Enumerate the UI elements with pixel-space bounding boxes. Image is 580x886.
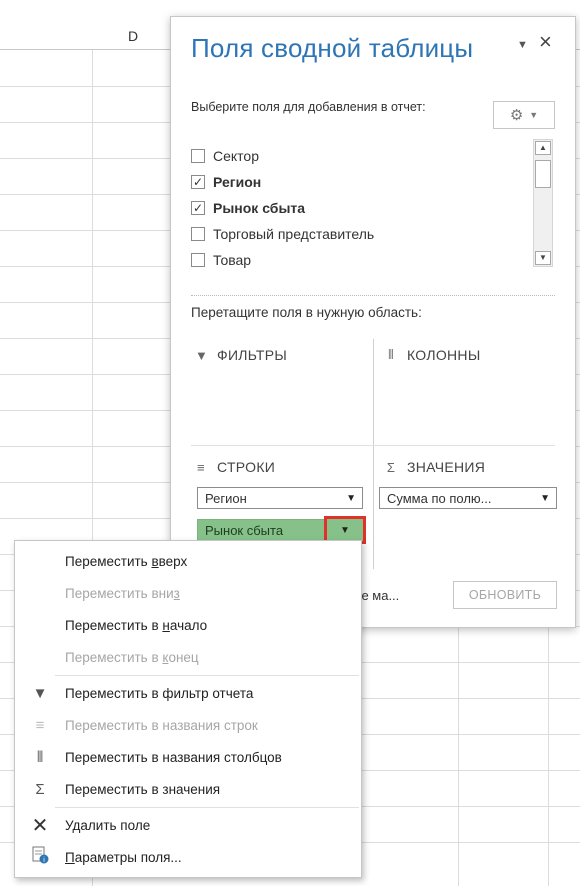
field-label: Сектор	[213, 148, 260, 164]
checkbox-checked[interactable]: ✓	[191, 201, 205, 215]
field-chip-label: Рынок сбыта	[205, 522, 284, 538]
columns-icon: ⦀	[387, 347, 395, 362]
close-icon[interactable]: ×	[539, 31, 552, 53]
checkbox[interactable]	[191, 253, 205, 267]
area-columns[interactable]: ⦀ КОЛОННЫ	[385, 347, 481, 363]
rows-field-region[interactable]: Регион ▼	[197, 487, 363, 509]
menu-label: Удалить поле	[65, 817, 151, 833]
field-item-product[interactable]: Товар	[191, 249, 251, 271]
menu-move-up[interactable]: Переместить вверх	[15, 545, 361, 577]
divider	[191, 295, 555, 296]
field-label: Рынок сбыта	[213, 200, 306, 216]
field-chip-label: Регион	[205, 490, 247, 506]
menu-label: Переместить в фильтр отчета	[65, 685, 254, 701]
field-item-sales-rep[interactable]: Торговый представитель	[191, 223, 374, 245]
field-settings-icon-svg: i	[32, 846, 49, 864]
pane-options-dropdown-icon[interactable]: ▼	[517, 39, 528, 51]
field-list: Сектор ✓ Регион ✓ Рынок сбыта Торговый п…	[189, 137, 555, 281]
menu-label: Переместить в конец	[65, 649, 199, 665]
menu-remove-field[interactable]: ✕ Удалить поле	[15, 809, 361, 841]
field-label: Товар	[213, 252, 252, 268]
rows-field-market[interactable]: Рынок сбыта ▼	[197, 516, 366, 544]
divider	[373, 339, 374, 569]
tools-button[interactable]: ⚙ ▼	[493, 101, 555, 129]
area-filters[interactable]: ▼ ФИЛЬТРЫ	[195, 347, 287, 363]
checkbox[interactable]	[191, 149, 205, 163]
menu-label: Переместить вниз	[65, 585, 180, 601]
menu-label: Переместить в названия строк	[65, 717, 258, 733]
field-context-menu: Переместить вверх Переместить вниз Перем…	[14, 540, 362, 878]
column-header-d[interactable]: D	[128, 28, 138, 44]
menu-move-to-columns[interactable]: ⦀ Переместить в названия столбцов	[15, 741, 361, 773]
filter-icon: ▼	[32, 684, 48, 702]
scroll-thumb[interactable]	[535, 160, 551, 188]
menu-move-to-end[interactable]: Переместить в конец	[15, 641, 361, 673]
field-item-region[interactable]: ✓ Регион	[191, 171, 261, 193]
checkbox[interactable]	[191, 227, 205, 241]
menu-label: Переместить в значения	[65, 781, 221, 797]
rows-icon: ≡	[197, 459, 205, 475]
menu-move-to-filter[interactable]: ▼ Переместить в фильтр отчета	[15, 677, 361, 709]
checkbox-checked[interactable]: ✓	[191, 175, 205, 189]
drag-areas-label: Перетащите поля в нужную область:	[191, 305, 422, 320]
menu-label: Переместить в названия столбцов	[65, 749, 282, 765]
field-item-sector[interactable]: Сектор	[191, 145, 259, 167]
sigma-icon: Σ	[386, 459, 396, 475]
divider	[191, 445, 555, 446]
menu-move-to-values[interactable]: Σ Переместить в значения	[15, 773, 361, 805]
gear-icon: ⚙	[509, 107, 524, 124]
area-label: СТРОКИ	[217, 459, 276, 475]
sigma-icon: Σ	[35, 780, 45, 798]
chevron-down-icon: ▼	[529, 110, 539, 120]
field-chip-label: Сумма по полю...	[387, 490, 492, 506]
rows-icon: ≡	[35, 716, 45, 734]
menu-field-settings[interactable]: i Параметры поля...	[15, 841, 361, 873]
chevron-down-icon[interactable]: ▼	[540, 493, 550, 504]
field-label: Торговый представитель	[213, 226, 375, 242]
scroll-down-icon[interactable]: ▼	[535, 251, 551, 265]
field-label: Регион	[213, 174, 262, 190]
field-list-scrollbar[interactable]: ▲ ▼	[533, 139, 553, 267]
menu-label: Параметры поля...	[65, 849, 182, 865]
area-label: ФИЛЬТРЫ	[217, 347, 288, 363]
pivot-fields-pane: Поля сводной таблицы ▼ × Выберите поля д…	[170, 16, 576, 628]
field-settings-icon: i	[15, 846, 65, 868]
close-icon: ✕	[31, 814, 49, 837]
menu-move-down[interactable]: Переместить вниз	[15, 577, 361, 609]
menu-label: Переместить вверх	[65, 553, 188, 569]
menu-label: Переместить в начало	[65, 617, 208, 633]
columns-icon: ⦀	[36, 748, 44, 766]
menu-move-to-start[interactable]: Переместить в начало	[15, 609, 361, 641]
pane-instruction: Выберите поля для добавления в отчет:	[191, 100, 426, 114]
area-values[interactable]: Σ ЗНАЧЕНИЯ	[385, 459, 485, 475]
area-rows[interactable]: ≡ СТРОКИ	[195, 459, 275, 475]
update-button[interactable]: ОБНОВИТЬ	[453, 581, 557, 609]
values-field-sum[interactable]: Сумма по полю... ▼	[379, 487, 557, 509]
chevron-down-icon: ▼	[340, 524, 350, 536]
field-item-market[interactable]: ✓ Рынок сбыта	[191, 197, 305, 219]
pane-title: Поля сводной таблицы	[191, 33, 474, 63]
area-label: ЗНАЧЕНИЯ	[407, 459, 486, 475]
menu-separator	[55, 675, 359, 676]
menu-move-to-rows[interactable]: ≡ Переместить в названия строк	[15, 709, 361, 741]
scroll-up-icon[interactable]: ▲	[535, 141, 551, 155]
area-label: КОЛОННЫ	[407, 347, 481, 363]
menu-separator	[55, 807, 359, 808]
chevron-down-icon[interactable]: ▼	[346, 493, 356, 504]
filter-icon: ▼	[195, 347, 209, 363]
